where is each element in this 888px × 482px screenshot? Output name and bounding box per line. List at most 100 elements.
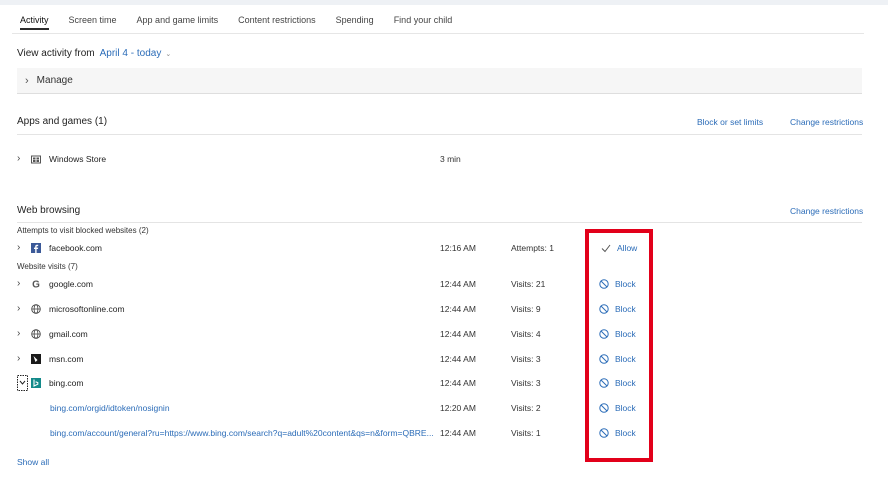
msn-icon — [31, 354, 41, 364]
expand-icon[interactable]: › — [17, 326, 20, 342]
globe-icon — [31, 304, 41, 314]
site-visits: Visits: 2 — [511, 403, 541, 413]
web-section-title: Web browsing — [17, 205, 81, 216]
bing-icon — [31, 378, 41, 388]
website-visits-heading: Website visits (7) — [17, 262, 78, 271]
block-icon — [599, 329, 609, 339]
site-name: gmail.com — [49, 329, 88, 339]
site-visits: Visits: 21 — [511, 279, 546, 289]
block-icon — [599, 403, 609, 413]
site-row[interactable]: › gmail.com 12:44 AM Visits: 4 Block — [17, 326, 862, 342]
block-label: Block — [615, 354, 636, 364]
sub-site-row[interactable]: bing.com/account/general?ru=https://www.… — [17, 425, 862, 441]
site-time: 12:44 AM — [440, 329, 476, 339]
google-icon: G — [32, 280, 40, 289]
block-icon — [599, 279, 609, 289]
site-name: msn.com — [49, 354, 84, 364]
block-label: Block — [615, 378, 636, 388]
site-row[interactable]: › microsoftonline.com 12:44 AM Visits: 9… — [17, 301, 862, 317]
allow-label: Allow — [617, 243, 638, 253]
svg-text:G: G — [32, 280, 40, 289]
block-icon — [599, 378, 609, 388]
blocked-site-row[interactable]: › facebook.com 12:16 AM Attempts: 1 Allo… — [17, 240, 862, 256]
block-button[interactable]: Block — [599, 276, 636, 292]
tab-activity[interactable]: Activity — [20, 13, 49, 35]
view-activity-label: View activity from — [17, 48, 95, 59]
site-name: microsoftonline.com — [49, 304, 125, 314]
manage-label: Manage — [36, 75, 73, 86]
manage-expander[interactable]: › Manage — [17, 68, 862, 94]
show-all-link[interactable]: Show all — [17, 457, 49, 467]
block-button[interactable]: Block — [599, 326, 636, 342]
site-visits: Visits: 4 — [511, 329, 541, 339]
expand-icon[interactable]: › — [17, 276, 20, 292]
sub-site-link[interactable]: bing.com/orgid/idtoken/nosignin — [50, 400, 170, 416]
site-name: facebook.com — [49, 243, 102, 253]
app-row[interactable]: › Windows Store 3 min — [17, 151, 862, 167]
block-button[interactable]: Block — [599, 351, 636, 367]
site-row[interactable]: › msn.com 12:44 AM Visits: 3 Block — [17, 351, 862, 367]
top-strip — [0, 0, 888, 5]
site-time: 12:44 AM — [440, 354, 476, 364]
apps-divider — [17, 134, 862, 135]
site-name: google.com — [49, 279, 93, 289]
tab-bar: Activity Screen time App and game limits… — [20, 13, 472, 35]
block-or-set-limits-link[interactable]: Block or set limits — [697, 117, 763, 127]
block-icon — [599, 428, 609, 438]
block-button[interactable]: Block — [599, 400, 636, 416]
tab-screen-time[interactable]: Screen time — [69, 13, 117, 35]
site-visits: Visits: 3 — [511, 354, 541, 364]
site-name: bing.com — [49, 378, 84, 388]
block-icon — [599, 354, 609, 364]
globe-icon — [31, 329, 41, 339]
app-time: 3 min — [440, 154, 461, 164]
site-attempts: Attempts: 1 — [511, 243, 554, 253]
expand-icon[interactable]: › — [17, 351, 20, 367]
site-time: 12:44 AM — [440, 428, 476, 438]
date-range-dropdown[interactable]: April 4 - today — [100, 48, 162, 59]
chevron-down-icon[interactable]: ⌄ — [165, 50, 171, 58]
blocked-sites-heading: Attempts to visit blocked websites (2) — [17, 226, 149, 235]
block-label: Block — [615, 279, 636, 289]
site-time: 12:20 AM — [440, 403, 476, 413]
site-visits: Visits: 9 — [511, 304, 541, 314]
web-change-restrictions-link[interactable]: Change restrictions — [790, 206, 863, 216]
block-label: Block — [615, 428, 636, 438]
apps-section-title: Apps and games (1) — [17, 116, 108, 127]
block-label: Block — [615, 403, 636, 413]
apps-change-restrictions-link[interactable]: Change restrictions — [790, 117, 863, 127]
tab-content-restrictions[interactable]: Content restrictions — [238, 13, 316, 35]
facebook-icon — [31, 243, 41, 253]
sub-site-row[interactable]: bing.com/orgid/idtoken/nosignin 12:20 AM… — [17, 400, 862, 416]
block-button[interactable]: Block — [599, 375, 636, 391]
block-icon — [599, 304, 609, 314]
tab-divider — [12, 33, 864, 34]
chevron-right-icon: › — [25, 74, 29, 87]
view-activity: View activity from April 4 - today ⌄ — [17, 48, 171, 59]
expand-icon[interactable]: › — [17, 301, 20, 317]
allow-button[interactable]: Allow — [601, 240, 637, 256]
store-icon — [31, 155, 41, 164]
site-time: 12:44 AM — [440, 304, 476, 314]
block-label: Block — [615, 304, 636, 314]
tab-spending[interactable]: Spending — [336, 13, 374, 35]
block-button[interactable]: Block — [599, 425, 636, 441]
block-button[interactable]: Block — [599, 301, 636, 317]
site-time: 12:44 AM — [440, 279, 476, 289]
site-time: 12:16 AM — [440, 243, 476, 253]
tab-find-your-child[interactable]: Find your child — [394, 13, 453, 35]
sub-site-link[interactable]: bing.com/account/general?ru=https://www.… — [50, 425, 434, 441]
collapse-icon[interactable] — [17, 375, 28, 391]
site-time: 12:44 AM — [440, 378, 476, 388]
site-row[interactable]: bing.com 12:44 AM Visits: 3 Block — [17, 375, 862, 391]
site-visits: Visits: 3 — [511, 378, 541, 388]
block-label: Block — [615, 329, 636, 339]
app-name: Windows Store — [49, 154, 107, 164]
site-row[interactable]: › G google.com 12:44 AM Visits: 21 Block — [17, 276, 862, 292]
check-icon — [601, 244, 611, 253]
web-divider — [17, 222, 862, 223]
tab-app-game-limits[interactable]: App and game limits — [137, 13, 219, 35]
expand-icon[interactable]: › — [17, 151, 20, 167]
site-visits: Visits: 1 — [511, 428, 541, 438]
expand-icon[interactable]: › — [17, 240, 20, 256]
